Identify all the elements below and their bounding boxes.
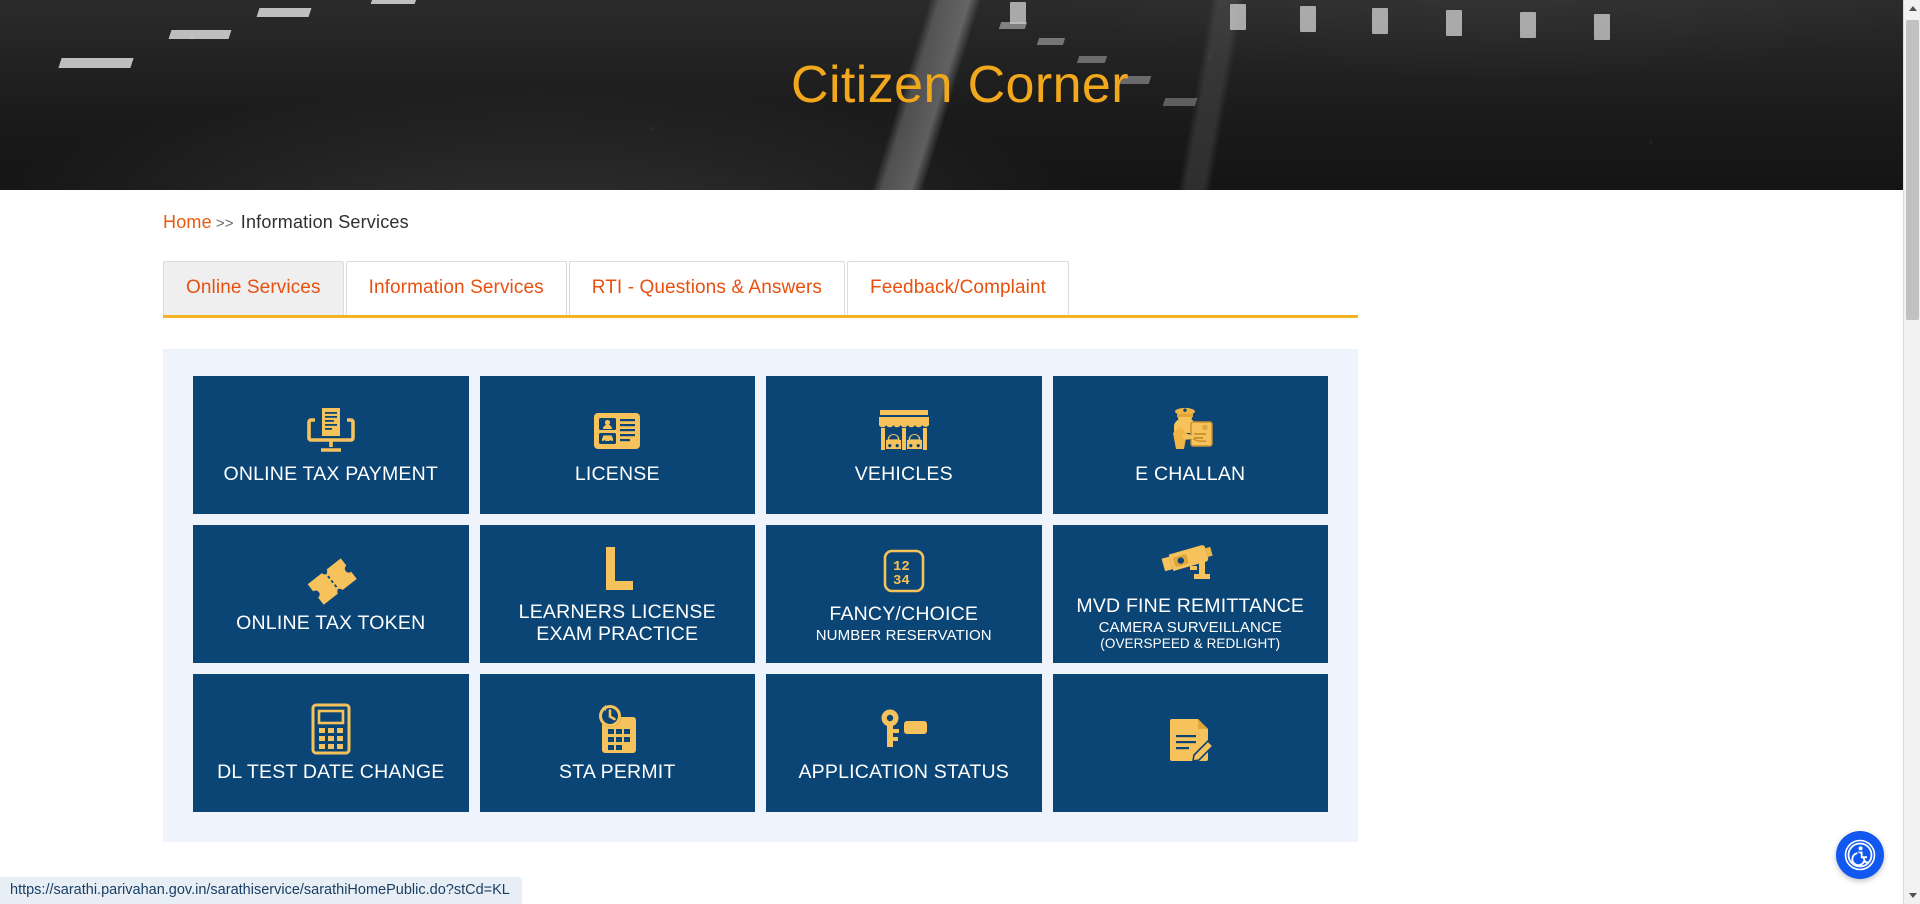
tile-vehicles[interactable]: VEHICLES bbox=[766, 376, 1042, 514]
tab-feedback-complaint[interactable]: Feedback/Complaint bbox=[846, 261, 1070, 315]
showroom-cars-icon bbox=[875, 404, 933, 458]
tile-label: FANCY/CHOICE bbox=[829, 602, 979, 625]
tab-information-services[interactable]: Information Services bbox=[345, 261, 567, 315]
tile-label: MVD FINE REMITTANCE bbox=[1076, 595, 1305, 618]
page-content: Home >> Information Services Online Servic… bbox=[0, 190, 1920, 842]
services-grid: ONLINE TAX PAYMENT LICENSE VEHICLES E CH… bbox=[193, 376, 1328, 812]
tab-bar-wrapper: Online Services Information Services RTI… bbox=[0, 233, 1920, 315]
tile-label: APPLICATION STATUS bbox=[798, 761, 1010, 784]
vertical-scrollbar[interactable] bbox=[1903, 0, 1920, 904]
services-panel: ONLINE TAX PAYMENT LICENSE VEHICLES E CH… bbox=[163, 349, 1358, 842]
scrollbar-thumb[interactable] bbox=[1906, 20, 1919, 320]
breadcrumb-home-link[interactable]: Home bbox=[163, 212, 212, 232]
tile-permit-key[interactable]: APPLICATION STATUS bbox=[766, 674, 1042, 812]
id-card-icon bbox=[592, 404, 642, 458]
scroll-up-arrow[interactable] bbox=[1904, 0, 1920, 17]
calculator-icon bbox=[310, 702, 352, 756]
clock-calendar-icon bbox=[591, 702, 643, 756]
cctv-camera-icon bbox=[1159, 536, 1221, 590]
tab-rti-questions-answers[interactable]: RTI - Questions & Answers bbox=[568, 261, 845, 315]
tile-license[interactable]: LICENSE bbox=[479, 376, 755, 514]
tile-label: LICENSE bbox=[574, 463, 660, 486]
tile-online-tax-token[interactable]: ONLINE TAX TOKEN bbox=[193, 525, 469, 663]
tab-underline-rule bbox=[163, 315, 1358, 318]
breadcrumb: Home >> Information Services bbox=[0, 190, 1920, 233]
breadcrumb-separator: >> bbox=[215, 215, 234, 232]
tile-label: LEARNERS LICENSE bbox=[518, 601, 716, 624]
tile-application-status[interactable] bbox=[1052, 674, 1328, 812]
key-icon bbox=[876, 702, 932, 756]
hero-banner: Citizen Corner bbox=[0, 0, 1920, 190]
tab-bar: Online Services Information Services RTI… bbox=[163, 261, 1920, 315]
tile-label: VEHICLES bbox=[854, 463, 953, 486]
wheelchair-icon bbox=[1844, 839, 1876, 871]
tile-learners-license-exam-practice[interactable]: LEARNERS LICENSE EXAM PRACTICE bbox=[479, 525, 755, 663]
svg-text:34: 34 bbox=[893, 573, 910, 589]
breadcrumb-current: Information Services bbox=[240, 212, 409, 232]
tile-online-tax-payment[interactable]: ONLINE TAX PAYMENT bbox=[193, 376, 469, 514]
tile-label: ONLINE TAX TOKEN bbox=[236, 612, 426, 635]
page-title: Citizen Corner bbox=[791, 56, 1129, 114]
tile-sublabel-2: (OVERSPEED & REDLIGHT) bbox=[1100, 636, 1281, 652]
number-plate-1234-icon: 12 34 bbox=[882, 544, 926, 598]
tab-online-services[interactable]: Online Services bbox=[163, 261, 344, 315]
tile-label: STA PERMIT bbox=[559, 761, 676, 784]
tile-dl-test-date-change[interactable]: DL TEST DATE CHANGE bbox=[193, 674, 469, 812]
tile-label-line2: EXAM PRACTICE bbox=[536, 623, 699, 645]
tile-fancy-choice-number-reservation[interactable]: 12 34 FANCY/CHOICE NUMBER RESERVATION bbox=[766, 525, 1042, 663]
letter-l-icon bbox=[597, 542, 637, 596]
police-ticket-icon bbox=[1164, 404, 1216, 458]
scroll-down-arrow[interactable] bbox=[1904, 887, 1920, 904]
browser-viewport: Citizen Corner Home >> Information Service… bbox=[0, 0, 1920, 904]
tile-sublabel: CAMERA SURVEILLANCE bbox=[1098, 619, 1282, 637]
tile-sublabel: NUMBER RESERVATION bbox=[815, 626, 992, 644]
monitor-invoice-icon bbox=[305, 404, 357, 458]
tile-mvd-fine-remittance[interactable]: MVD FINE REMITTANCE CAMERA SURVEILLANCE … bbox=[1052, 525, 1328, 663]
tile-label: ONLINE TAX PAYMENT bbox=[223, 463, 439, 486]
document-pen-icon bbox=[1164, 713, 1216, 767]
browser-status-bar: https://sarathi.parivahan.gov.in/sarathi… bbox=[0, 877, 522, 904]
tile-e-challan[interactable]: E CHALLAN bbox=[1052, 376, 1328, 514]
tile-label: E CHALLAN bbox=[1135, 463, 1246, 486]
tile-label: DL TEST DATE CHANGE bbox=[217, 761, 445, 784]
ticket-icon bbox=[304, 553, 358, 607]
accessibility-button[interactable] bbox=[1836, 831, 1884, 879]
tile-sta-permit[interactable]: STA PERMIT bbox=[479, 674, 755, 812]
